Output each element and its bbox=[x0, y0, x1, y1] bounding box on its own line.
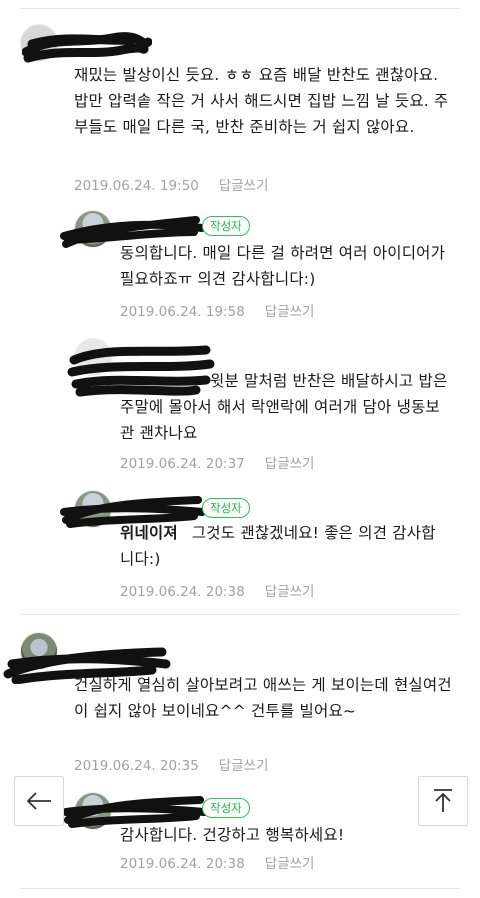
comment-date: 2019.06.24. 20:38 bbox=[120, 856, 245, 872]
reply-button[interactable]: 답글쓰기 bbox=[265, 304, 315, 320]
reply-button[interactable]: 답글쓰기 bbox=[265, 856, 315, 872]
comment-text: 감사합니다. 건강하고 행복하세요! bbox=[120, 826, 345, 844]
comment-text: 건실하게 열심히 살아보려고 애쓰는 게 보이는데 현실여건이 쉽지 않아 보이… bbox=[74, 676, 452, 720]
comment-date: 2019.06.24. 20:38 bbox=[120, 584, 245, 600]
comment-meta: 2019.06.24. 20:38 답글쓰기 bbox=[120, 580, 314, 600]
comment-date: 2019.06.24. 19:58 bbox=[120, 304, 245, 320]
comment-6: 작성자 감사합니다. 건강하고 행복하세요! 2019.06.24. 20:38… bbox=[0, 786, 480, 886]
reply-button[interactable]: 답글쓰기 bbox=[265, 456, 315, 472]
arrow-left-icon bbox=[26, 792, 51, 810]
author-badge: 작성자 bbox=[202, 498, 250, 518]
comment-3: 윗분 말처럼 반찬은 배달하시고 밥은 주말에 몰아서 해서 락앤락에 여러개 … bbox=[0, 330, 480, 480]
back-button[interactable] bbox=[14, 776, 64, 826]
bottom-divider bbox=[20, 888, 460, 889]
comment-1: 재밌는 발상이신 듯요. ㅎㅎ 요즘 배달 반찬도 괜찮아요. 밥만 압력솥 작… bbox=[0, 0, 480, 200]
reply-button[interactable]: 답글쓰기 bbox=[219, 178, 269, 194]
arrow-up-to-top-icon bbox=[434, 789, 452, 812]
comment-text: 재밌는 발상이신 듯요. ㅎㅎ 요즘 배달 반찬도 괜찮아요. 밥만 압력솥 작… bbox=[74, 66, 449, 136]
comment-date: 2019.06.24. 20:37 bbox=[120, 456, 245, 472]
author-badge: 작성자 bbox=[202, 798, 250, 818]
comment-text: 위네이져 그것도 괜찮겠네요! 좋은 의견 감사합니다:) bbox=[120, 520, 440, 572]
comment-meta: 2019.06.24. 20:37 답글쓰기 bbox=[120, 452, 314, 472]
comment-2: 작성자 동의합니다. 매일 다른 걸 하려면 여러 아이디어가 필요하죠ㅠ 의견… bbox=[0, 200, 480, 320]
reply-button[interactable]: 답글쓰기 bbox=[265, 584, 315, 600]
author-name[interactable]: 위네이져 bbox=[120, 524, 178, 542]
comment-meta: 2019.06.24. 19:58 답글쓰기 bbox=[120, 300, 314, 320]
comment-text: 동의합니다. 매일 다른 걸 하려면 여러 아이디어가 필요하죠ㅠ 의견 감사합… bbox=[120, 244, 446, 288]
comment-meta: 2019.06.24. 19:50 답글쓰기 bbox=[74, 174, 268, 194]
comment-text: 윗분 말처럼 반찬은 배달하시고 밥은 주말에 몰아서 해서 락앤락에 여러개 … bbox=[120, 372, 448, 442]
comment-meta: 2019.06.24. 20:35 답글쓰기 bbox=[74, 754, 268, 774]
reply-button[interactable]: 답글쓰기 bbox=[219, 758, 269, 774]
comment-4: 작성자 위네이져 그것도 괜찮겠네요! 좋은 의견 감사합니다:) 2019.06… bbox=[0, 480, 480, 610]
scroll-top-button[interactable] bbox=[418, 776, 468, 826]
author-badge: 작성자 bbox=[202, 216, 250, 236]
comment-meta: 2019.06.24. 20:38 답글쓰기 bbox=[120, 852, 314, 872]
comment-5: 건실하게 열심히 살아보려고 애쓰는 게 보이는데 현실여건이 쉽지 않아 보이… bbox=[0, 614, 480, 784]
comment-date: 2019.06.24. 19:50 bbox=[74, 178, 199, 194]
comment-date: 2019.06.24. 20:35 bbox=[74, 758, 199, 774]
